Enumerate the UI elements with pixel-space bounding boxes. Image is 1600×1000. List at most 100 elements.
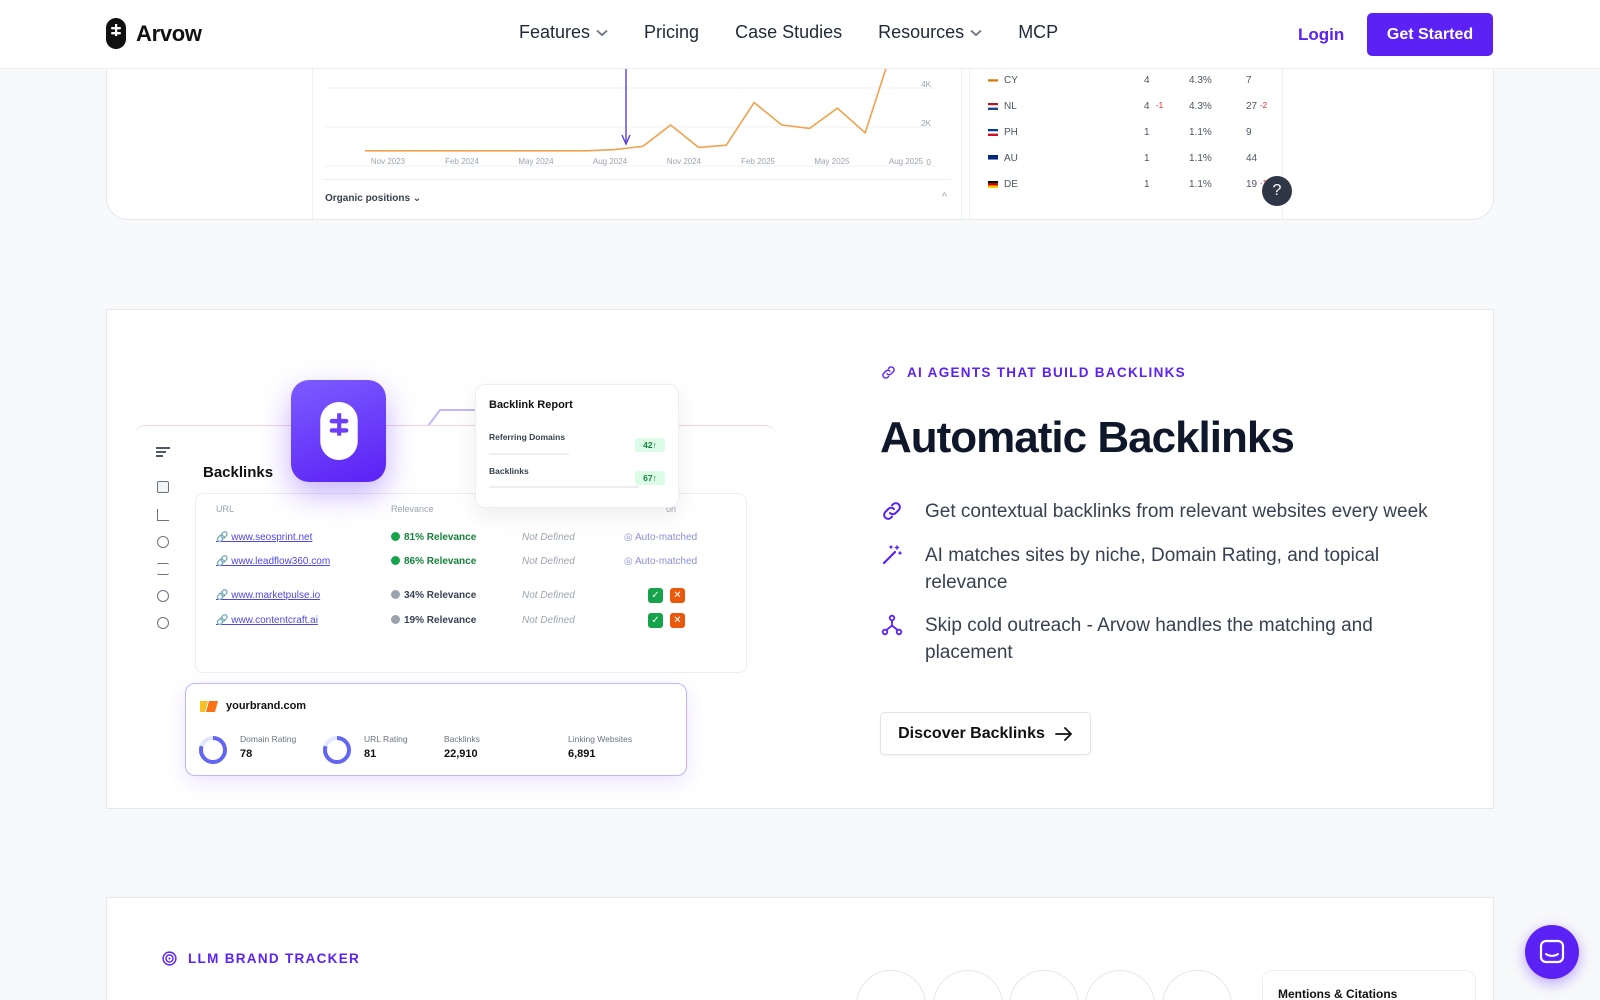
country-value: 44: [1246, 153, 1258, 164]
report-title: Backlink Report: [489, 399, 573, 411]
country-value: 4: [1144, 101, 1150, 112]
backlinks-label: Backlinks: [489, 466, 529, 476]
chevron-down-icon: [970, 29, 982, 36]
eyebrow-text: AI AGENTS THAT BUILD BACKLINKS: [907, 365, 1186, 380]
country-delta: -2: [1260, 101, 1268, 110]
country-row: DE11.1%19-1: [970, 171, 1284, 197]
spiral-icon: [162, 951, 177, 966]
status-dot-icon: [391, 556, 400, 565]
chat-icon: [1539, 939, 1565, 964]
progress-placeholder: [489, 486, 639, 488]
link-icon: [883, 502, 901, 520]
x-tick-label: Feb 2025: [741, 157, 775, 166]
section-title: Automatic Backlinks: [880, 413, 1295, 462]
country-share: 1.1%: [1189, 179, 1212, 190]
x-tick-label: May 2025: [814, 157, 850, 166]
nav-item-mcp[interactable]: MCP: [1018, 22, 1058, 43]
brand-logo[interactable]: Arvow: [106, 18, 202, 49]
match-status: ◎ Auto-matched: [624, 532, 698, 543]
table-row[interactable]: 🔗 www.contentcraft.ai 19% Relevance Not De…: [196, 609, 748, 633]
chat-launcher-button[interactable]: [1525, 925, 1579, 979]
get-started-button[interactable]: Get Started: [1367, 13, 1493, 56]
link-icon: [882, 366, 895, 379]
country-value: 1: [1144, 179, 1150, 190]
country-row: NL 4 -1 4.3% 27 -2: [970, 93, 1284, 119]
progress-placeholder: [489, 453, 569, 455]
referring-domains-label: Referring Domains: [489, 432, 566, 442]
table-row[interactable]: 🔗 www.leadflow360.com 86% Relevance Not De…: [196, 550, 748, 574]
approve-button[interactable]: ✓: [648, 613, 663, 628]
flag-icon: [988, 103, 998, 110]
country-share: 4.3%: [1189, 101, 1212, 112]
table-row[interactable]: 🔗 www.seosprint.net 81% Relevance Not Defi…: [196, 526, 748, 550]
backlink-url[interactable]: 🔗 www.seosprint.net: [216, 532, 312, 543]
relevance-value: 81% Relevance: [391, 532, 476, 543]
defined-value: Not Defined: [522, 532, 575, 543]
filter-icon[interactable]: [157, 563, 169, 575]
organic-positions-toggle[interactable]: Organic positions ⌄: [325, 193, 421, 204]
defined-value: Not Defined: [522, 590, 575, 601]
discover-backlinks-button[interactable]: Discover Backlinks: [880, 712, 1091, 755]
nav-item-label: Case Studies: [735, 22, 843, 42]
stat-value: 81: [364, 748, 377, 760]
country-share: 4.3%: [1189, 75, 1212, 86]
flag-icon: [988, 129, 998, 136]
gear-icon[interactable]: [157, 617, 169, 629]
backlinks-table: URL Relevance on 🔗 www.seosprint.net 81% …: [195, 493, 747, 673]
feature-item: Skip cold outreach - Arvow handles the m…: [880, 612, 1450, 666]
country-value: 1: [1144, 153, 1150, 164]
nav-item-features[interactable]: Features: [519, 22, 608, 43]
grid-icon[interactable]: [157, 481, 169, 493]
brand-metrics-card: yourbrand.com Domain Rating 78 URL Rating 8…: [185, 683, 687, 776]
country-code: DE: [1004, 179, 1018, 190]
feature-text: Skip cold outreach - Arvow handles the m…: [925, 615, 1373, 663]
network-icon: [881, 614, 903, 636]
arvow-app-icon: [291, 380, 386, 482]
approve-button[interactable]: ✓: [648, 588, 663, 603]
status-dot-icon: [391, 532, 400, 541]
backlink-url[interactable]: 🔗 www.marketpulse.io: [216, 590, 320, 601]
table-row[interactable]: 🔗 www.marketpulse.io 34% Relevance Not Def…: [196, 584, 748, 608]
link-icon[interactable]: [157, 590, 169, 602]
collapse-chevron-icon[interactable]: ^: [942, 191, 947, 203]
brand-domain: yourbrand.com: [226, 700, 307, 712]
nav-links: Features Pricing Case Studies Resources …: [519, 22, 1094, 43]
tag-icon[interactable]: [157, 536, 169, 548]
country-code: PH: [1004, 127, 1018, 138]
relevance-value: 19% Relevance: [391, 615, 476, 626]
mentions-title: Mentions & Citations: [1278, 987, 1398, 1000]
top-nav: Arvow Features Pricing Case Studies Reso…: [0, 0, 1600, 69]
backlink-report-card: Backlink Report Referring Domains 42↑ Ba…: [475, 384, 679, 508]
country-code: AU: [1004, 153, 1018, 164]
rating-ring-icon: [323, 736, 351, 764]
status-dot-icon: [391, 590, 400, 599]
nav-item-resources[interactable]: Resources: [878, 22, 982, 43]
stat-label: Domain Rating: [240, 734, 297, 744]
backlinks-panel-title: Backlinks: [203, 464, 274, 481]
column-header-url: URL: [216, 504, 235, 514]
feature-item: Get contextual backlinks from relevant w…: [880, 498, 1450, 525]
backlink-url[interactable]: 🔗 www.leadflow360.com: [216, 556, 330, 567]
nav-item-pricing[interactable]: Pricing: [644, 22, 699, 43]
country-value: 1: [1144, 127, 1150, 138]
arvow-logo-icon: [106, 18, 126, 49]
country-code: CY: [1004, 75, 1018, 86]
defined-value: Not Defined: [522, 615, 575, 626]
feature-item: AI matches sites by niche, Domain Rating…: [880, 542, 1450, 596]
chevron-down-icon: [596, 29, 608, 36]
country-share: 1.1%: [1189, 127, 1212, 138]
help-button[interactable]: ?: [1262, 176, 1292, 206]
reject-button[interactable]: ✕: [670, 588, 685, 603]
status-dot-icon: [391, 615, 400, 624]
menu-icon: [156, 447, 170, 457]
reject-button[interactable]: ✕: [670, 613, 685, 628]
backlink-url[interactable]: 🔗 www.contentcraft.ai: [216, 615, 318, 626]
country-row: CY 4 4.3% 7: [970, 67, 1284, 93]
login-link[interactable]: Login: [1298, 25, 1344, 45]
nav-item-case-studies[interactable]: Case Studies: [735, 22, 842, 43]
chart-icon[interactable]: [157, 509, 169, 521]
referring-domains-value: 42↑: [635, 438, 665, 452]
nav-item-label: Resources: [878, 22, 965, 42]
backlinks-eyebrow: AI AGENTS THAT BUILD BACKLINKS: [880, 364, 1186, 381]
country-value: 4: [1144, 75, 1150, 86]
